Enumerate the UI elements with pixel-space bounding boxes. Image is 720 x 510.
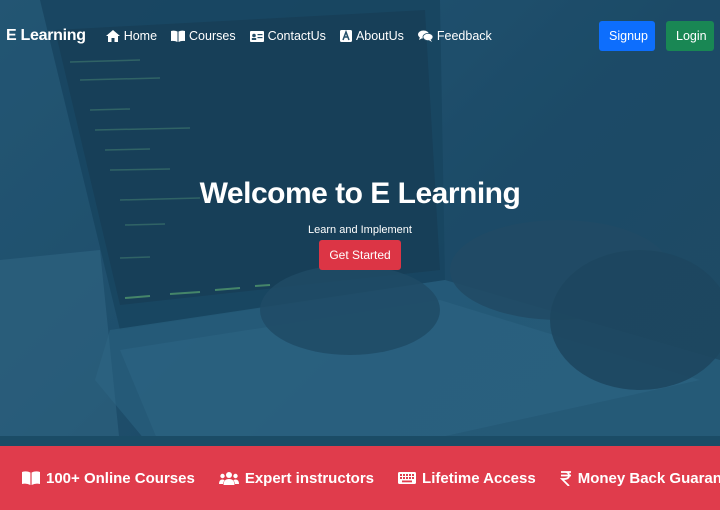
book-icon <box>171 30 186 42</box>
feature-online-courses: 100+ Online Courses <box>22 470 195 487</box>
users-icon <box>218 472 239 485</box>
home-icon <box>105 30 120 42</box>
comments-icon <box>417 30 433 42</box>
nav-links: Home Courses ContactUs AboutUs Feedback <box>105 29 506 43</box>
letter-a-icon <box>339 30 352 42</box>
nav-link-label: Home <box>123 29 158 43</box>
hero-subtitle: Learn and Implement <box>308 224 412 236</box>
keyboard-icon <box>398 472 417 484</box>
feature-label: Expert instructors <box>244 469 375 487</box>
nav-link-courses[interactable]: Courses <box>171 29 236 43</box>
feature-label: Lifetime Access <box>422 469 536 487</box>
navbar: E Learning Home Courses ContactUs AboutU… <box>0 0 720 72</box>
feature-money-back: Money Back Guarantee* <box>559 469 720 487</box>
signup-button[interactable]: Signup <box>599 21 655 51</box>
book-open-icon <box>22 471 40 485</box>
feature-label: Money Back Guarantee* <box>577 469 720 487</box>
hero-title: Welcome to E Learning <box>199 177 521 210</box>
nav-link-label: Courses <box>189 29 236 43</box>
brand-logo[interactable]: E Learning <box>6 27 86 45</box>
id-card-icon <box>249 30 264 42</box>
nav-link-label: ContactUs <box>267 29 326 43</box>
nav-buttons: Signup Login <box>599 21 714 51</box>
hero-content: Welcome to E Learning Learn and Implemen… <box>0 175 720 270</box>
features-bar: 100+ Online Courses Expert instructors L… <box>0 446 720 510</box>
nav-link-contactus[interactable]: ContactUs <box>249 29 326 43</box>
get-started-button[interactable]: Get Started <box>319 240 401 270</box>
nav-link-label: AboutUs <box>355 29 404 43</box>
feature-label: 100+ Online Courses <box>46 469 195 487</box>
nav-link-aboutus[interactable]: AboutUs <box>339 29 404 43</box>
feature-lifetime-access: Lifetime Access <box>398 470 536 487</box>
nav-link-home[interactable]: Home <box>105 29 158 43</box>
nav-link-label: Feedback <box>436 29 492 43</box>
nav-link-feedback[interactable]: Feedback <box>417 29 492 43</box>
feature-expert-instructors: Expert instructors <box>218 469 375 487</box>
rupee-icon <box>559 470 571 486</box>
hero-bottom-band <box>0 436 720 446</box>
login-button[interactable]: Login <box>666 21 714 51</box>
